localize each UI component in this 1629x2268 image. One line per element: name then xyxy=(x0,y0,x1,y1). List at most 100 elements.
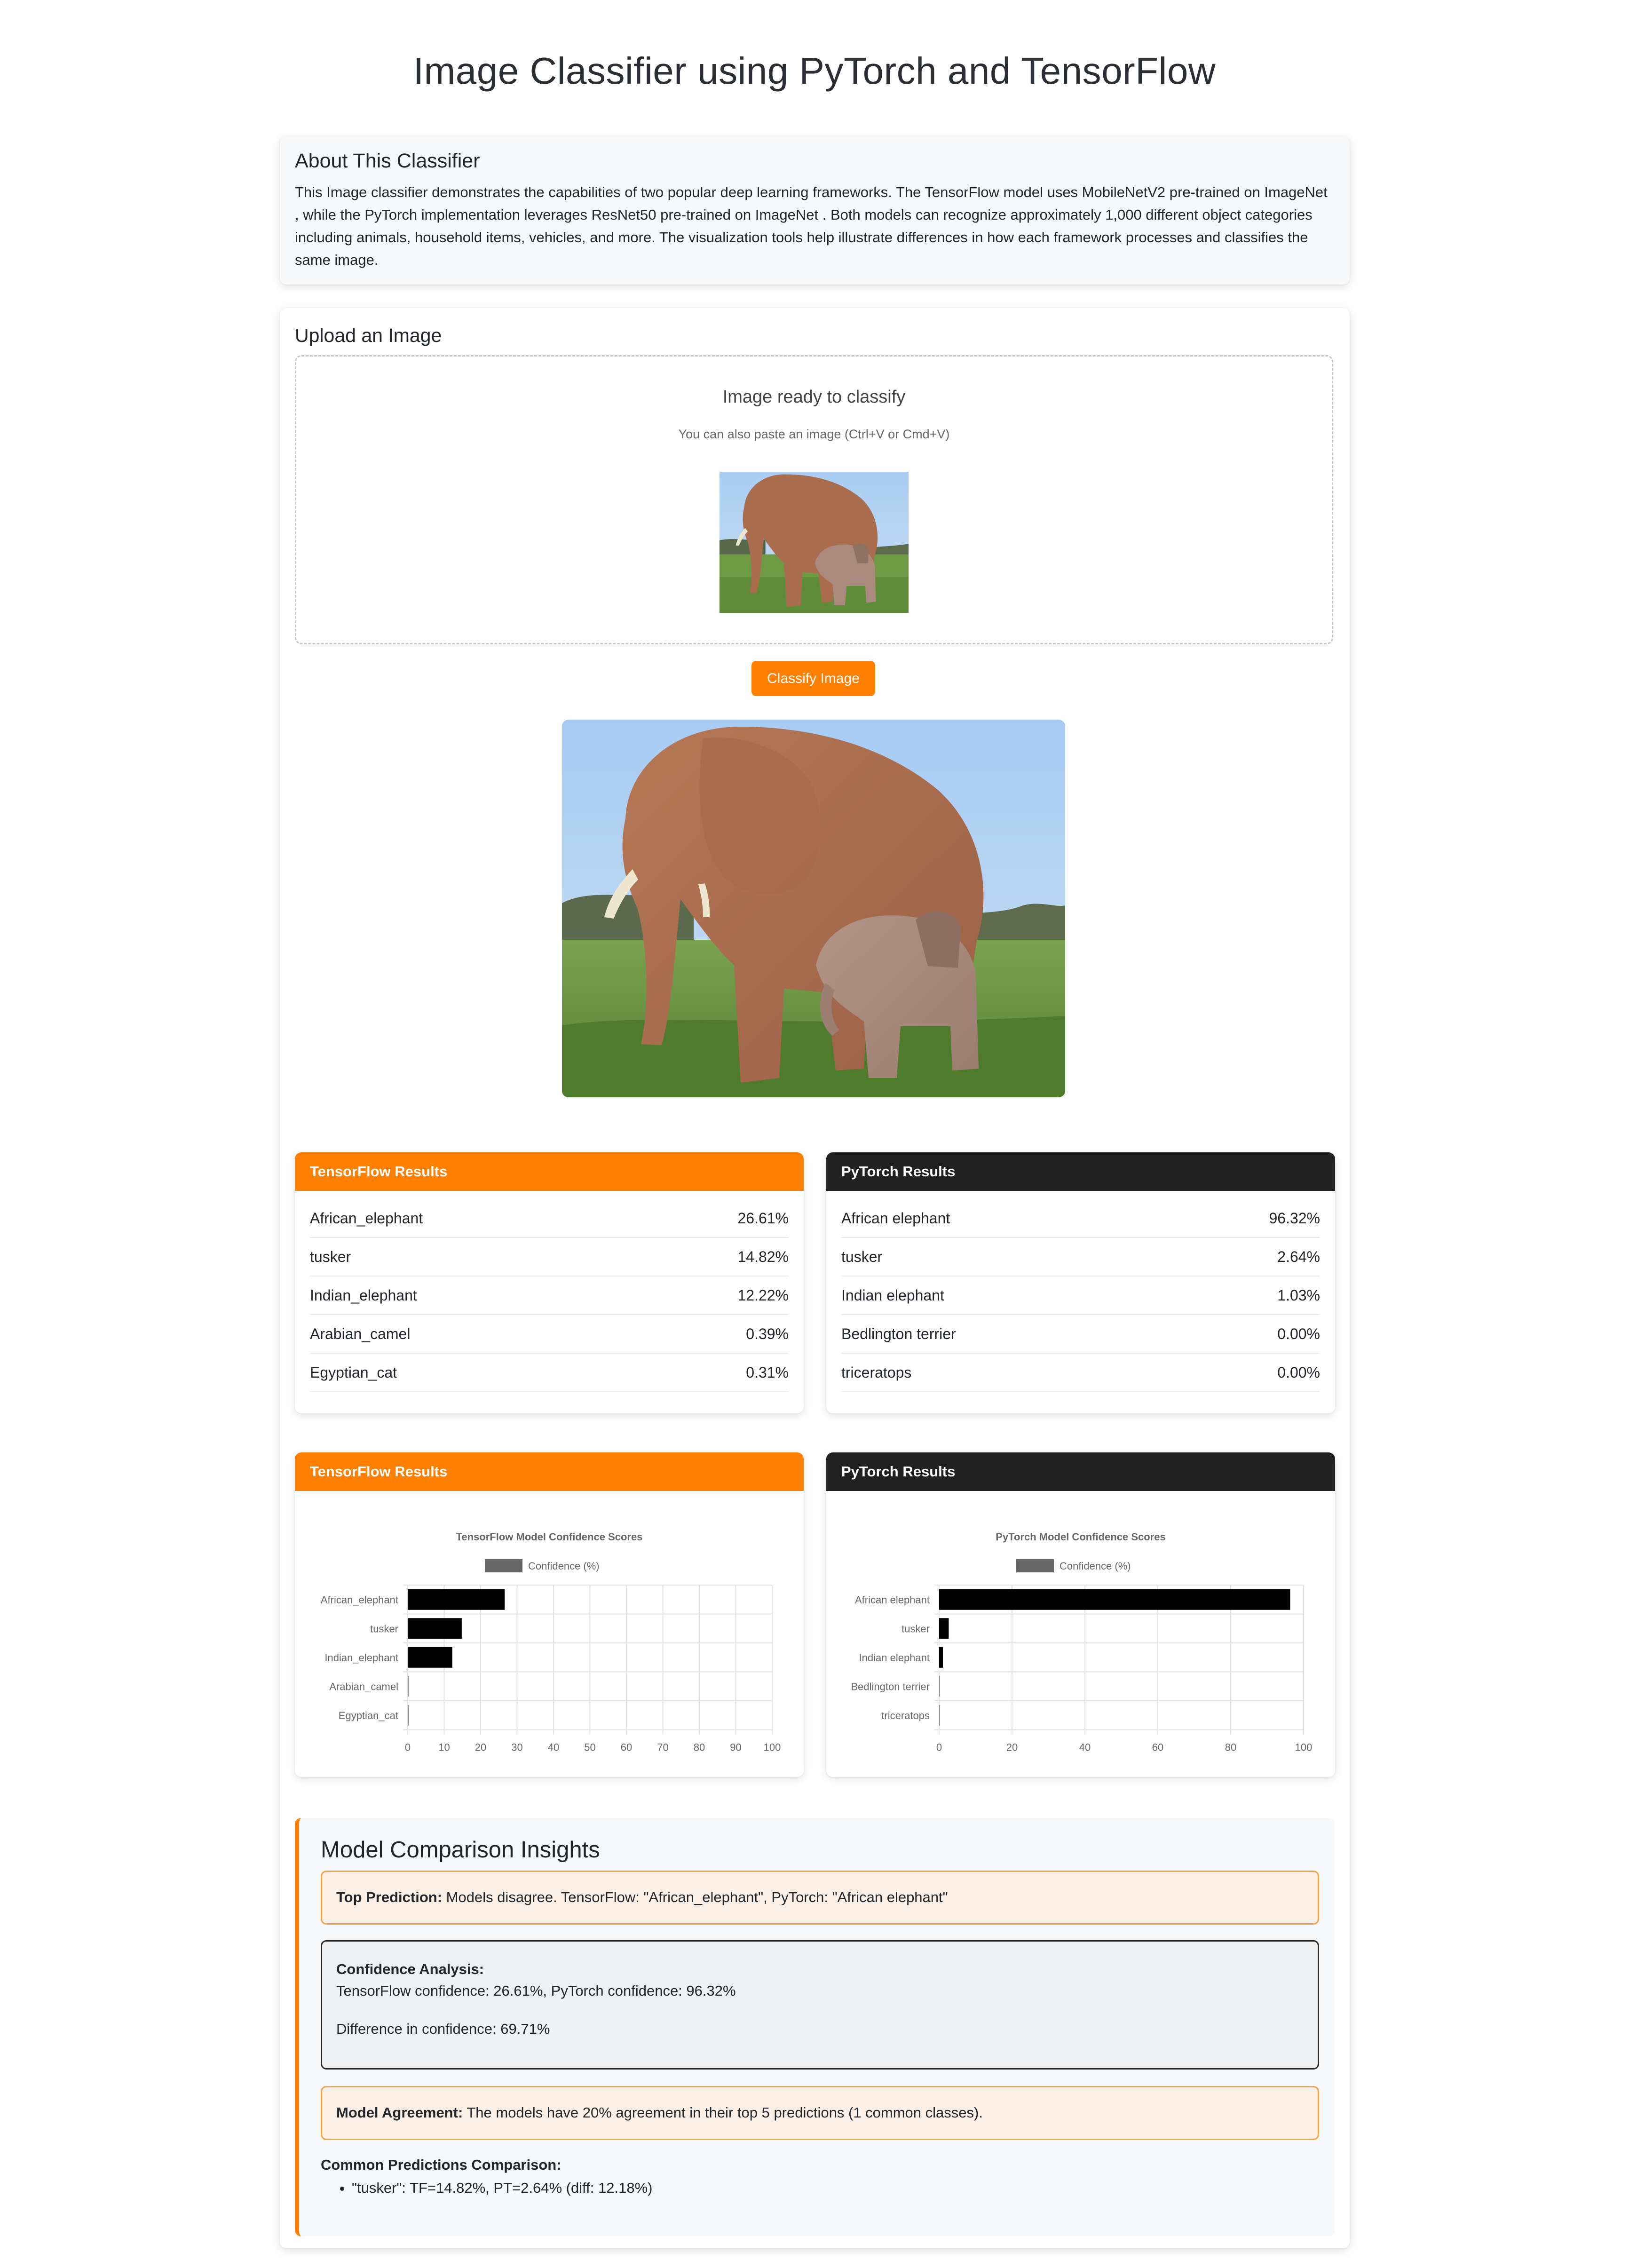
tf-result-label: Indian_elephant xyxy=(310,1286,417,1304)
dropzone-status: Image ready to classify xyxy=(722,387,906,407)
x-tick-label: 40 xyxy=(1079,1742,1091,1753)
y-tick-label: Indian_elephant xyxy=(324,1652,398,1664)
legend-swatch xyxy=(485,1559,522,1572)
bar xyxy=(408,1676,410,1697)
y-tick-label: Bedlington terrier xyxy=(851,1681,930,1692)
x-tick-label: 0 xyxy=(936,1742,942,1753)
pt-result-value: 0.00% xyxy=(1277,1364,1320,1381)
common-prediction-item: "tusker": TF=14.82%, PT=2.64% (diff: 12.… xyxy=(352,2177,652,2199)
pt-result-value: 0.00% xyxy=(1277,1325,1320,1342)
tf-result-label: Arabian_camel xyxy=(310,1325,411,1342)
bar xyxy=(939,1647,943,1668)
tf-result-row: tusker 14.82% xyxy=(310,1238,789,1277)
bar xyxy=(408,1647,452,1668)
bar xyxy=(408,1589,505,1610)
x-tick-label: 30 xyxy=(511,1742,522,1753)
x-tick-label: 10 xyxy=(438,1742,450,1753)
image-preview xyxy=(562,720,1065,1097)
x-tick-label: 80 xyxy=(1225,1742,1236,1753)
legend-label: Confidence (%) xyxy=(1060,1560,1131,1572)
x-tick-label: 40 xyxy=(548,1742,559,1753)
classify-button[interactable]: Classify Image xyxy=(751,661,875,696)
page-title: Image Classifier using PyTorch and Tenso… xyxy=(413,50,1216,92)
bar xyxy=(939,1705,940,1726)
pt-result-row: Indian elephant 1.03% xyxy=(841,1277,1320,1315)
pt-confidence-chart: PyTorch Model Confidence Scores Confidenc… xyxy=(851,1531,1313,1753)
x-tick-label: 60 xyxy=(1152,1742,1163,1753)
legend-label: Confidence (%) xyxy=(528,1560,600,1572)
pt-result-label: Bedlington terrier xyxy=(841,1325,956,1342)
tf-result-label: tusker xyxy=(310,1248,351,1265)
confidence-analysis-label: Confidence Analysis: xyxy=(336,1961,484,1977)
y-tick-label: tusker xyxy=(370,1623,398,1634)
tf-chart-card: TensorFlow Results TensorFlow Model Conf… xyxy=(295,1452,804,1777)
x-tick-label: 60 xyxy=(621,1742,632,1753)
pt-results-card: PyTorch Results African elephant 96.32% … xyxy=(826,1152,1335,1413)
bar xyxy=(939,1676,940,1697)
y-tick-label: Arabian_camel xyxy=(329,1681,398,1692)
x-tick-label: 90 xyxy=(730,1742,741,1753)
model-agreement-label: Model Agreement: xyxy=(336,2104,463,2121)
pt-result-value: 2.64% xyxy=(1277,1248,1320,1265)
tf-result-value: 0.39% xyxy=(746,1325,789,1342)
tf-result-value: 26.61% xyxy=(737,1209,789,1227)
tf-result-label: Egyptian_cat xyxy=(310,1364,397,1381)
confidence-analysis-box: Confidence Analysis: TensorFlow confiden… xyxy=(321,1940,1319,2070)
about-title: About This Classifier xyxy=(295,150,480,172)
chart-title: PyTorch Model Confidence Scores xyxy=(996,1531,1165,1543)
x-tick-label: 20 xyxy=(475,1742,486,1753)
pt-results-header: PyTorch Results xyxy=(826,1152,1335,1191)
x-tick-label: 20 xyxy=(1006,1742,1018,1753)
about-card: About This Classifier This Image classif… xyxy=(280,136,1350,285)
pt-result-row: triceratops 0.00% xyxy=(841,1354,1320,1392)
bar xyxy=(408,1618,462,1639)
tf-result-value: 0.31% xyxy=(746,1364,789,1381)
tf-results-card: TensorFlow Results African_elephant 26.6… xyxy=(295,1152,804,1413)
bar xyxy=(408,1705,409,1726)
uploaded-thumbnail xyxy=(720,472,909,613)
pt-result-row: Bedlington terrier 0.00% xyxy=(841,1315,1320,1354)
bar xyxy=(939,1589,1290,1610)
pt-result-label: Indian elephant xyxy=(841,1286,944,1304)
y-tick-label: African_elephant xyxy=(321,1594,398,1606)
y-tick-label: Indian elephant xyxy=(859,1652,930,1664)
tf-result-row: Arabian_camel 0.39% xyxy=(310,1315,789,1354)
y-tick-label: Egyptian_cat xyxy=(339,1710,398,1721)
upload-title: Upload an Image xyxy=(295,325,442,346)
pt-chart-card: PyTorch Results PyTorch Model Confidence… xyxy=(826,1452,1335,1777)
pt-result-row: tusker 2.64% xyxy=(841,1238,1320,1277)
x-tick-label: 100 xyxy=(1295,1742,1313,1753)
common-predictions: Common Predictions Comparison: "tusker":… xyxy=(321,2157,652,2199)
top-prediction-text: Models disagree. TensorFlow: "African_el… xyxy=(442,1889,948,1905)
top-prediction-box: Top Prediction: Models disagree. TensorF… xyxy=(321,1871,1319,1925)
pt-result-label: African elephant xyxy=(841,1209,950,1227)
chart-title: TensorFlow Model Confidence Scores xyxy=(456,1531,643,1543)
pt-chart-header: PyTorch Results xyxy=(826,1452,1335,1491)
pt-result-value: 96.32% xyxy=(1269,1209,1320,1227)
tf-confidence-chart: TensorFlow Model Confidence Scores Confid… xyxy=(321,1531,781,1753)
pt-result-label: tusker xyxy=(841,1248,883,1265)
insights-title: Model Comparison Insights xyxy=(321,1837,600,1863)
tf-result-label: African_elephant xyxy=(310,1209,423,1227)
pt-result-value: 1.03% xyxy=(1277,1286,1320,1304)
y-tick-label: triceratops xyxy=(881,1710,930,1721)
tf-result-value: 12.22% xyxy=(737,1286,789,1304)
comparison-insights: Model Comparison Insights Top Prediction… xyxy=(295,1818,1335,2236)
bar xyxy=(939,1618,949,1639)
tf-result-row: Egyptian_cat 0.31% xyxy=(310,1354,789,1392)
x-tick-label: 80 xyxy=(694,1742,705,1753)
pt-result-label: triceratops xyxy=(841,1364,912,1381)
y-tick-label: African elephant xyxy=(855,1594,930,1606)
confidence-values: TensorFlow confidence: 26.61%, PyTorch c… xyxy=(336,1983,736,1999)
tf-results-header: TensorFlow Results xyxy=(295,1152,804,1191)
tf-chart-header: TensorFlow Results xyxy=(295,1452,804,1491)
x-tick-label: 70 xyxy=(657,1742,668,1753)
dropzone-hint: You can also paste an image (Ctrl+V or C… xyxy=(678,427,950,441)
pt-result-row: African elephant 96.32% xyxy=(841,1199,1320,1238)
confidence-difference: Difference in confidence: 69.71% xyxy=(336,2021,550,2037)
image-dropzone[interactable]: Image ready to classify You can also pas… xyxy=(295,355,1333,644)
x-tick-label: 50 xyxy=(584,1742,595,1753)
about-text: This Image classifier demonstrates the c… xyxy=(295,184,1328,268)
model-agreement-box: Model Agreement: The models have 20% agr… xyxy=(321,2086,1319,2140)
legend-swatch xyxy=(1016,1559,1054,1572)
